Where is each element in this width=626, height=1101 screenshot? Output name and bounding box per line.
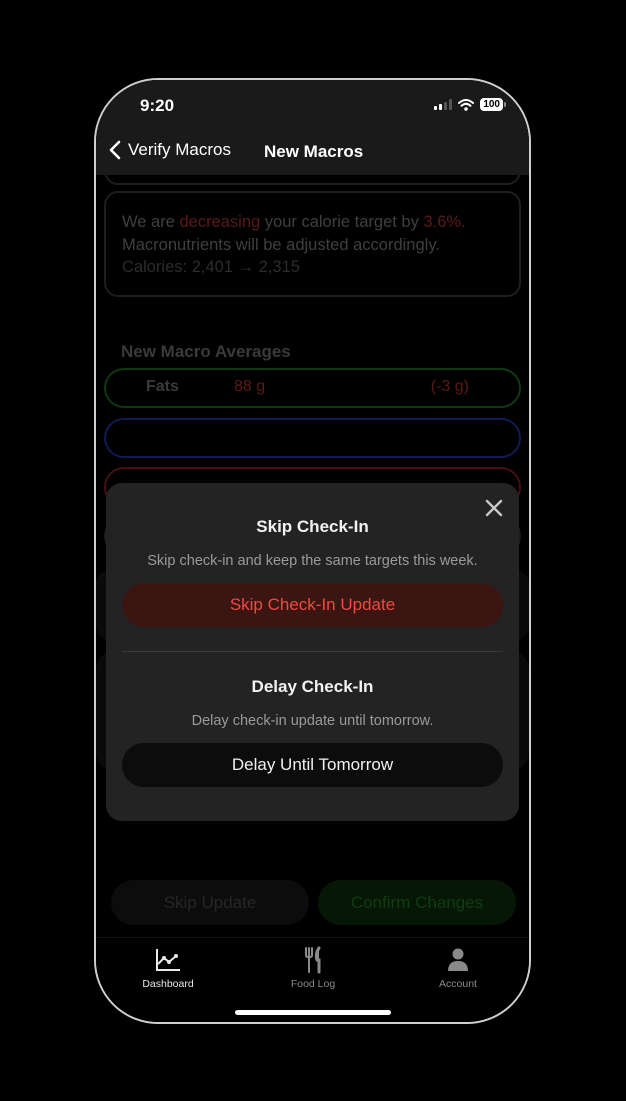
tab-food-log[interactable]: Food Log [263, 946, 363, 990]
confirm-changes-button[interactable]: Confirm Changes [318, 880, 516, 925]
info-text: We are [122, 213, 180, 231]
divider [122, 651, 503, 652]
tab-label: Food Log [290, 978, 336, 990]
person-icon [448, 948, 468, 971]
back-label: Verify Macros [128, 140, 231, 159]
delay-checkin-title: Delay Check-In [251, 677, 374, 696]
close-icon[interactable] [483, 497, 505, 519]
delay-checkin-desc: Delay check-in update until tomorrow. [191, 713, 434, 729]
tab-label: Account [439, 978, 477, 990]
back-button[interactable]: Verify Macros [108, 140, 231, 160]
status-time: 9:20 [140, 96, 175, 115]
wifi-icon [458, 98, 475, 111]
tab-dashboard[interactable]: Dashboard [118, 946, 218, 990]
skip-checkin-update-button[interactable]: Skip Check-In Update [122, 583, 503, 627]
home-indicator[interactable] [235, 1010, 391, 1015]
skip-checkin-title: Skip Check-In [256, 517, 369, 536]
page-title: New Macros [264, 142, 364, 161]
calories-change: Calories: 2,401 → 2,315 [122, 258, 300, 276]
info-text: your calorie target by [260, 213, 424, 231]
calorie-info-card: We are decreasing your calorie target by… [104, 191, 521, 297]
battery-icon: 100 [480, 98, 506, 111]
chevron-left-icon [109, 140, 121, 160]
info-line-2: Macronutrients will be adjusted accordin… [122, 235, 440, 254]
phone-frame: We are decreasing your calorie target by… [94, 78, 531, 1024]
direction-text: decreasing [179, 213, 261, 231]
skip-update-button[interactable]: Skip Update [111, 880, 309, 925]
fork-knife-icon [305, 946, 321, 974]
info-line-1: We are decreasing your calorie target by… [122, 211, 503, 234]
tab-label: Dashboard [142, 978, 194, 990]
macro-label: Fats [146, 378, 179, 395]
scroll-content: We are decreasing your calorie target by… [96, 145, 529, 1022]
percent-text: 3.6%. [423, 213, 466, 231]
skip-checkin-desc: Skip check-in and keep the same targets … [147, 553, 478, 569]
macro-row-protein[interactable] [104, 418, 521, 458]
screen: We are decreasing your calorie target by… [96, 80, 529, 1022]
signal-icon [434, 99, 453, 110]
macro-delta: (-3 g) [430, 378, 469, 395]
navigation-header: 9:20 100 Verify Macros New Macros [96, 80, 529, 175]
macro-value: 88 g [234, 378, 266, 395]
section-title: New Macro Averages [121, 342, 291, 361]
status-icons: 100 [434, 98, 506, 111]
macro-row-fats[interactable]: Fats 88 g (-3 g) [104, 368, 521, 408]
chart-line-icon [156, 949, 180, 971]
delay-until-tomorrow-button[interactable]: Delay Until Tomorrow [122, 743, 503, 787]
checkin-options-modal: Skip Check-In Skip check-in and keep the… [106, 483, 519, 821]
tab-account[interactable]: Account [408, 946, 508, 990]
